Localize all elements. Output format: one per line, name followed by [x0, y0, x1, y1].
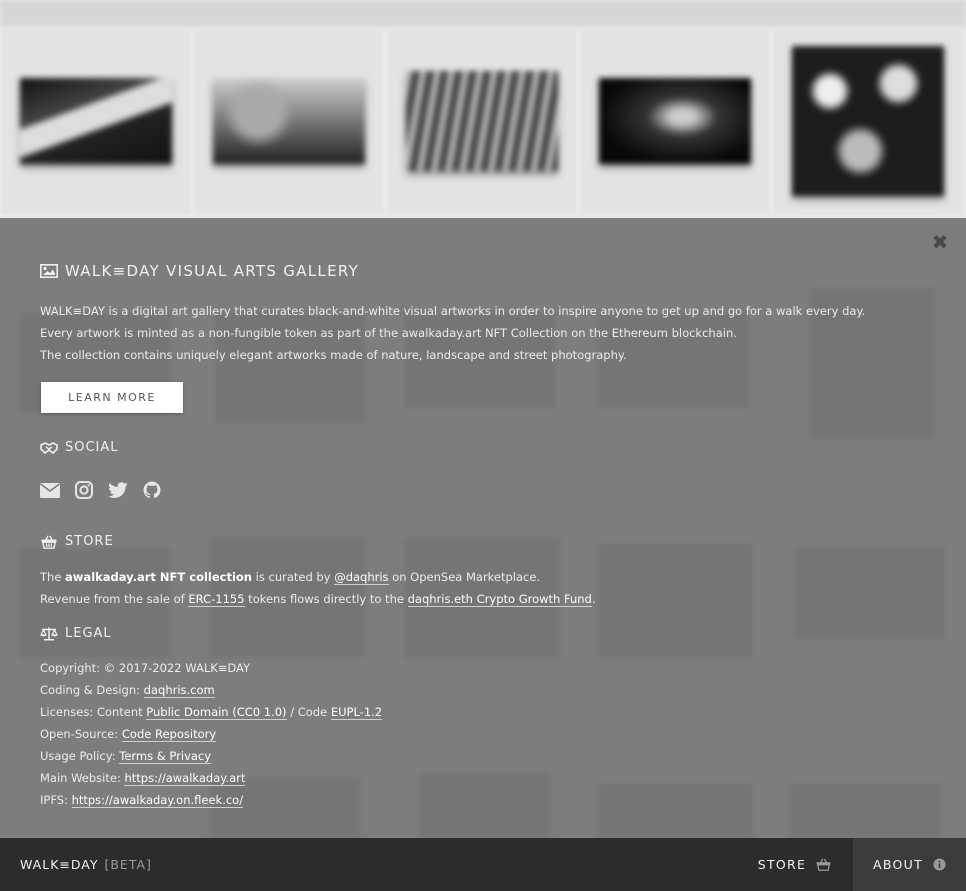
beta-badge: [BETA] — [104, 857, 152, 872]
nft-collection-link[interactable]: awalkaday.art NFT collection — [65, 570, 252, 584]
background-thumbnail — [790, 783, 940, 838]
store-title-text: STORE — [65, 534, 114, 549]
background-thumbnail — [420, 773, 550, 838]
background-thumbnail — [598, 543, 753, 658]
store-description: The awalkaday.art NFT collection is cura… — [40, 566, 596, 610]
instagram-icon[interactable] — [74, 481, 94, 499]
close-icon[interactable]: ✖ — [930, 232, 950, 252]
artwork-thumbnail — [599, 78, 751, 164]
text: Usage Policy: — [40, 749, 120, 763]
gallery-tile[interactable] — [581, 28, 769, 214]
text: Open-Source: — [40, 727, 122, 741]
gallery-tile[interactable] — [195, 28, 383, 214]
artwork-thumbnail — [406, 71, 558, 171]
text: . — [591, 592, 596, 606]
licenses-line: Licenses: Content Public Domain (CC0 1.0… — [40, 701, 383, 723]
terms-privacy-link[interactable]: Terms & Privacy — [119, 749, 212, 764]
artwork-thumbnail — [792, 46, 944, 196]
coding-line: Coding & Design: daqhris.com — [40, 679, 382, 701]
social-title: SOCIAL — [40, 440, 119, 455]
about-line: The collection contains uniquely elegant… — [40, 348, 627, 362]
eupl-license-link[interactable]: EUPL-1.2 — [330, 705, 383, 720]
image-icon — [40, 264, 58, 278]
cc0-license-link[interactable]: Public Domain (CC0 1.0) — [146, 705, 287, 720]
website-line: Main Website: https://awalkaday.art — [40, 767, 382, 789]
about-title: WALK≡DAY VISUAL ARTS GALLERY — [40, 262, 359, 280]
text: Revenue from the sale of — [40, 592, 189, 606]
ipfs-line: IPFS: https://awalkaday.on.fleek.co/ — [40, 789, 382, 811]
info-circle-icon — [933, 858, 946, 871]
gallery-strip — [0, 0, 966, 218]
gallery-tile[interactable] — [388, 28, 576, 214]
text: IPFS: — [40, 793, 72, 807]
social-title-text: SOCIAL — [65, 440, 119, 455]
text: Coding & Design: — [40, 683, 144, 697]
copyright-line: Copyright: © 2017-2022 WALK≡DAY — [40, 661, 251, 675]
gallery-tile[interactable] — [774, 28, 962, 214]
artwork-thumbnail — [20, 78, 172, 164]
text: on OpenSea Marketplace. — [388, 570, 541, 584]
text: tokens flows directly to the — [244, 592, 408, 606]
legal-title-text: LEGAL — [65, 626, 112, 641]
text: Licenses: Content — [40, 705, 147, 719]
brand-logo[interactable]: WALK≡DAY [BETA] — [20, 838, 152, 891]
social-links — [40, 481, 162, 499]
about-description: WALK≡DAY is a digital art gallery that c… — [40, 300, 865, 366]
usage-line: Usage Policy: Terms & Privacy — [40, 745, 382, 767]
background-thumbnail — [598, 783, 753, 838]
daqhris-handle-link[interactable]: @daqhris — [334, 570, 389, 585]
handshake-icon — [40, 441, 58, 455]
text: is curated by — [252, 570, 335, 584]
envelope-icon[interactable] — [40, 481, 60, 499]
gallery-header-bar — [0, 0, 966, 27]
nav-about-button[interactable]: ABOUT — [853, 838, 966, 891]
nav-store-label: STORE — [757, 857, 807, 872]
basket-icon — [40, 534, 58, 549]
store-line-1: The awalkaday.art NFT collection is cura… — [40, 566, 596, 588]
gallery-tile[interactable] — [2, 28, 190, 214]
ipfs-link[interactable]: https://awalkaday.on.fleek.co/ — [71, 793, 244, 808]
legal-details: Copyright: © 2017-2022 WALK≡DAY Coding &… — [40, 657, 383, 811]
store-line-2: Revenue from the sale of ERC-1155 tokens… — [40, 588, 596, 610]
bottom-navbar: WALK≡DAY [BETA] STORE ABOUT — [0, 838, 966, 891]
text: / Code — [286, 705, 331, 719]
brand-name: WALK≡DAY — [20, 857, 99, 872]
about-line: Every artwork is minted as a non-fungibl… — [40, 326, 737, 340]
store-title: STORE — [40, 534, 114, 549]
balance-scale-icon — [40, 627, 58, 641]
about-panel: ✖ WALK≡DAY VISUAL ARTS GALLERY WALK≡DAY … — [0, 218, 966, 838]
growth-fund-link[interactable]: daqhris.eth Crypto Growth Fund — [407, 592, 592, 607]
basket-icon — [816, 858, 831, 871]
code-repository-link[interactable]: Code Repository — [121, 727, 217, 742]
twitter-icon[interactable] — [108, 481, 128, 499]
opensource-line: Open-Source: Code Repository — [40, 723, 382, 745]
daqhris-site-link[interactable]: daqhris.com — [143, 683, 215, 698]
text: The — [40, 570, 66, 584]
erc1155-link[interactable]: ERC-1155 — [188, 592, 245, 607]
github-icon[interactable] — [142, 481, 162, 499]
text: Main Website: — [40, 771, 125, 785]
about-title-text: WALK≡DAY VISUAL ARTS GALLERY — [65, 262, 360, 280]
main-website-link[interactable]: https://awalkaday.art — [124, 771, 246, 786]
nav-store-button[interactable]: STORE — [737, 838, 852, 891]
background-thumbnail — [795, 548, 945, 638]
nav-about-label: ABOUT — [872, 857, 924, 872]
legal-title: LEGAL — [40, 626, 112, 641]
artwork-thumbnail — [213, 78, 365, 164]
about-line: WALK≡DAY is a digital art gallery that c… — [40, 304, 866, 318]
learn-more-button[interactable]: LEARN MORE — [41, 382, 183, 413]
